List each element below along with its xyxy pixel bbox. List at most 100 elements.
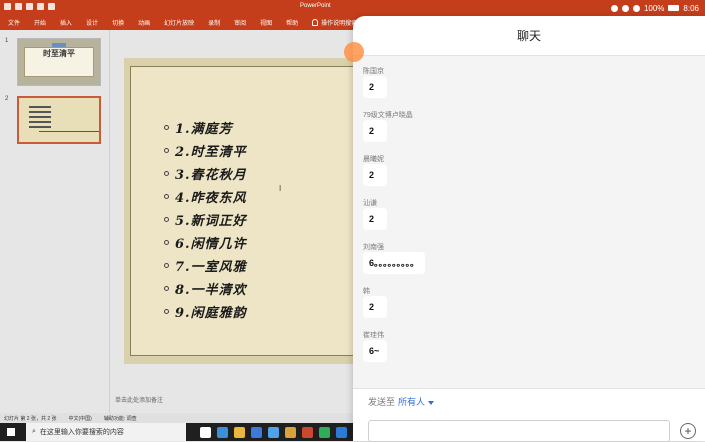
message-bubble: 2	[363, 208, 387, 230]
tab-help[interactable]: 帮助	[286, 18, 298, 27]
tab-view[interactable]: 视图	[260, 18, 272, 27]
lightbulb-icon	[312, 18, 319, 26]
bullet-icon	[164, 263, 169, 268]
taskbar-search-placeholder: 在这里输入你要搜索的内容	[39, 429, 124, 436]
slide-thumbnail-2[interactable]	[17, 96, 101, 144]
bullet-icon	[164, 171, 169, 176]
list-item-text: 4.昨夜东风	[175, 191, 247, 206]
list-item: 8.一半清欢	[164, 277, 247, 300]
app-icon[interactable]	[336, 426, 347, 438]
bullet-icon	[164, 217, 169, 222]
tab-home[interactable]: 开始	[34, 18, 46, 27]
tab-record[interactable]: 录制	[208, 18, 220, 27]
list-item: 4.昨夜东风	[164, 185, 247, 208]
message-sender: 汕谦	[363, 200, 377, 207]
chat-composer: 发送至 所有人 +	[353, 388, 705, 442]
thumbnail-line	[29, 111, 51, 113]
chat-message: 79级文博卢晓晶 2	[363, 110, 413, 142]
tab-slideshow[interactable]: 幻灯片放映	[164, 18, 194, 27]
list-item-text: 5.新词正好	[175, 214, 247, 229]
list-item: 6.闲情几许	[164, 231, 247, 254]
notes-placeholder[interactable]: 单击此处添加备注	[115, 395, 163, 404]
bullet-icon	[164, 309, 169, 314]
window-title: PowerPoint	[300, 3, 331, 9]
list-item-text: 7.一室风雅	[175, 260, 247, 275]
accessibility-status[interactable]: 辅助功能: 调查	[104, 415, 137, 422]
mail-icon[interactable]	[251, 426, 262, 438]
chat-message: 刘南强 6。。。。。。。。。	[363, 242, 426, 274]
tab-transitions[interactable]: 切换	[112, 18, 124, 27]
message-sender: 晨曦妮	[363, 156, 384, 163]
taskbar-apps	[200, 426, 364, 438]
list-item-text: 1.满庭芳	[175, 122, 233, 137]
wifi-icon	[632, 4, 640, 12]
thumbnail-line	[29, 121, 51, 123]
send-to-target: 所有人	[398, 397, 426, 407]
thumbnail-line	[39, 131, 99, 132]
chat-message: 陈国京 2	[363, 66, 387, 98]
search-icon: ⌕	[32, 428, 36, 435]
message-sender: 79级文博卢晓晶	[363, 112, 413, 119]
message-sender: 陈国京	[363, 68, 384, 75]
message-bubble: 2	[363, 164, 387, 186]
chat-message: 崔珪伟 6~	[363, 330, 387, 362]
save-icon[interactable]	[15, 3, 22, 10]
bullet-icon	[164, 194, 169, 199]
wechat-icon[interactable]	[319, 426, 330, 438]
autosave-icon[interactable]	[4, 3, 11, 10]
bullet-icon	[164, 240, 169, 245]
message-sender: 崔珪伟	[363, 332, 384, 339]
send-to-selector[interactable]: 发送至 所有人	[368, 395, 435, 408]
tab-review[interactable]: 审阅	[234, 18, 246, 27]
list-item-text: 3.春花秋月	[175, 168, 247, 183]
text-cursor-icon: I	[279, 184, 282, 193]
message-bubble: 2	[363, 296, 387, 318]
message-bubble: 6。。。。。。。。。	[363, 252, 426, 274]
device-status-bar: 100% 8:06	[585, 0, 705, 16]
message-bubble: 2	[363, 120, 387, 142]
list-item: 9.闲庭雅韵	[164, 300, 247, 323]
taskbar-search[interactable]: ⌕ 在这里输入你要搜索的内容	[26, 423, 186, 441]
thumbnail-line	[29, 126, 51, 128]
present-icon[interactable]	[48, 3, 55, 10]
start-button[interactable]	[4, 423, 18, 441]
tell-me-search[interactable]: 操作说明搜索	[312, 18, 357, 27]
message-sender: 韩	[363, 288, 370, 295]
chat-input[interactable]	[368, 420, 670, 442]
language-indicator[interactable]: 中文(中国)	[69, 415, 92, 422]
redo-icon[interactable]	[37, 3, 44, 10]
chat-message: 晨曦妮 2	[363, 154, 387, 186]
battery-icon	[668, 5, 680, 11]
task-view-icon[interactable]	[200, 426, 211, 438]
tab-file[interactable]: 文件	[8, 18, 20, 27]
battery-level: 100%	[643, 3, 665, 13]
list-item-text: 8.一半清欢	[175, 283, 247, 298]
chat-message: 韩 2	[363, 286, 387, 318]
list-item-text: 2.时至清平	[175, 145, 247, 160]
tab-insert[interactable]: 插入	[60, 18, 72, 27]
edge-icon[interactable]	[217, 426, 228, 438]
message-sender: 刘南强	[363, 244, 384, 251]
thumbnail-title: 时至清平	[43, 48, 75, 58]
file-explorer-icon[interactable]	[234, 426, 245, 438]
list-item: 3.春花秋月	[164, 162, 247, 185]
current-slide[interactable]: 1.满庭芳 2.时至清平 3.春花秋月 4.昨夜东风 5.新词正好 6.闲情几许…	[124, 58, 366, 364]
list-item: 1.满庭芳	[164, 116, 247, 139]
browser-icon[interactable]	[268, 426, 279, 438]
thumbnail-number: 1	[5, 38, 9, 44]
office-icon[interactable]	[302, 426, 313, 438]
undo-icon[interactable]	[26, 3, 33, 10]
chat-title: 聊天	[353, 16, 705, 56]
add-attachment-button[interactable]: +	[680, 423, 696, 439]
slide-thumbnail-1[interactable]: 时至清平	[17, 38, 101, 86]
title-list[interactable]: 1.满庭芳 2.时至清平 3.春花秋月 4.昨夜东风 5.新词正好 6.闲情几许…	[164, 116, 247, 323]
chat-message-list[interactable]: 陈国京 2 79级文博卢晓晶 2 晨曦妮 2 汕谦 2 刘南强 6。。。。。。。…	[353, 56, 705, 388]
bullet-icon	[164, 286, 169, 291]
tab-design[interactable]: 设计	[86, 18, 98, 27]
thumbnail-tag	[52, 43, 66, 47]
bluetooth-icon	[621, 4, 629, 12]
tab-animations[interactable]: 动画	[138, 18, 150, 27]
store-icon[interactable]	[285, 426, 296, 438]
slide-thumbnail-pane: 1 时至清平 2	[0, 30, 110, 413]
plus-icon: +	[684, 424, 692, 438]
